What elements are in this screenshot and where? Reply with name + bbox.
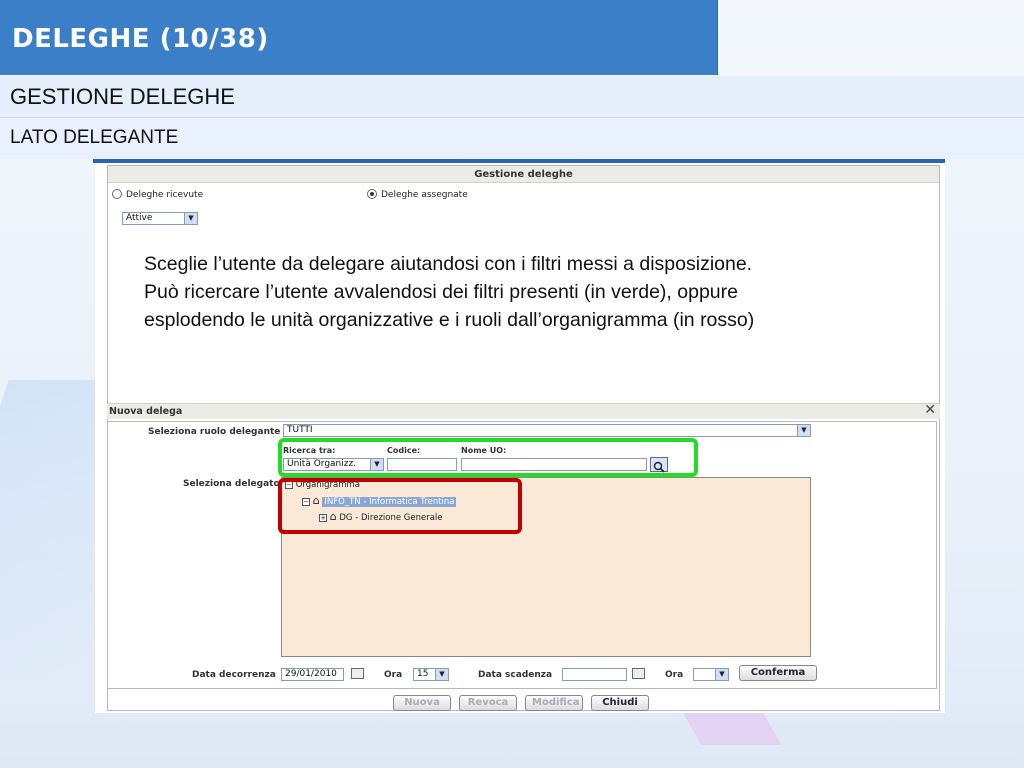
panel-header: Gestione deleghe [108, 166, 939, 183]
end-date-label: Data scadenza [478, 670, 553, 680]
radio-received[interactable] [112, 189, 122, 199]
new-button[interactable]: Nuova [393, 695, 451, 711]
role-label: Seleziona ruolo delegante [148, 427, 281, 437]
close-button[interactable]: Chiudi [591, 695, 649, 711]
confirm-button[interactable]: Conferma [739, 665, 817, 681]
red-highlight-frame [278, 478, 522, 534]
calendar-icon[interactable] [351, 668, 364, 679]
slide-subtitle: GESTIONE DELEGHE [10, 84, 235, 109]
calendar-icon[interactable] [632, 668, 645, 679]
status-select[interactable]: Attive ▼ [122, 212, 198, 225]
radio-assigned[interactable] [367, 189, 377, 199]
slide-title: DELEGHE (10/38) [12, 24, 269, 54]
slide-section: LATO DELEGANTE [10, 127, 179, 148]
radio-received-label: Deleghe ricevute [126, 190, 204, 200]
chevron-down-icon: ▼ [797, 425, 810, 436]
role-select[interactable]: TUTTI ▼ [283, 424, 811, 437]
start-hour-label: Ora [384, 670, 403, 680]
end-hour-select[interactable]: ▼ [693, 668, 729, 681]
chevron-down-icon: ▼ [715, 669, 728, 680]
green-highlight-frame [278, 438, 698, 477]
start-hour-select[interactable]: 15 ▼ [413, 668, 449, 681]
revoke-button[interactable]: Revoca [459, 695, 517, 711]
chevron-down-icon: ▼ [435, 669, 448, 680]
close-icon[interactable]: ✕ [924, 402, 936, 418]
start-date-label: Data decorrenza [192, 670, 276, 680]
start-date-input[interactable]: 29/01/2010 [281, 668, 344, 681]
screenshot-window: Gestione deleghe Deleghe ricevute Delegh… [95, 163, 945, 713]
nuova-delega-title: Nuova delega [109, 406, 183, 417]
nuova-delega-bar: Nuova delega ✕ [107, 402, 940, 419]
radio-assigned-label: Deleghe assegnate [381, 190, 468, 200]
delegate-label: Seleziona delegato [183, 479, 280, 489]
end-hour-label: Ora [665, 670, 684, 680]
edit-button[interactable]: Modifica [525, 695, 583, 711]
callout-text: Sceglie l’utente da delegare aiutandosi … [144, 253, 755, 331]
chevron-down-icon: ▼ [184, 213, 197, 224]
end-date-input[interactable] [562, 668, 627, 681]
